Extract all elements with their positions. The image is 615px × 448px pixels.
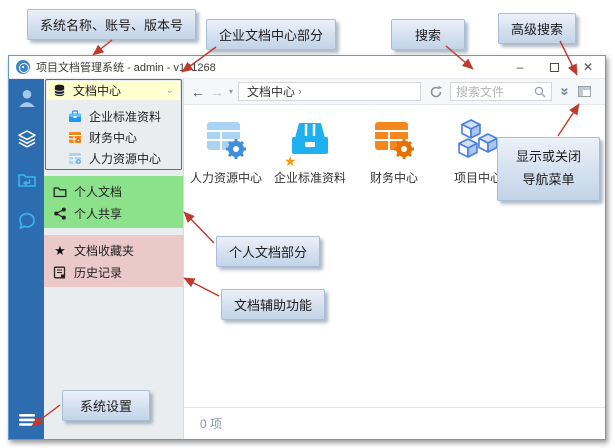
archive-star-icon: ★ <box>286 115 334 163</box>
callout-search: 搜索 <box>391 19 465 50</box>
close-button[interactable]: ✕ <box>571 56 605 78</box>
tree-root-doc-center[interactable]: 文档中心 ⌄ <box>47 81 180 100</box>
app-logo-icon <box>16 60 30 74</box>
tile-hr-center[interactable]: 人力资源中心 <box>186 115 266 186</box>
database-icon <box>53 84 66 97</box>
enterprise-group: 企业标准资料 财务中心 人力资源中心 <box>44 106 183 169</box>
nav-tree-panel: 文档中心 ⌄ 企业标准资料 财务中心 人力资源中心 <box>44 79 184 439</box>
callout-system-settings: 系统设置 <box>62 390 150 421</box>
shared-folder-icon[interactable] <box>16 169 38 191</box>
tree-item-history[interactable]: 历史记录 <box>44 261 183 283</box>
titlebar: 项目文档管理系统 - admin - v101268 – ✕ <box>9 56 605 79</box>
callout-personal-section: 个人文档部分 <box>216 236 320 267</box>
sidebar <box>9 79 44 439</box>
tile-label: 人力资源中心 <box>190 169 262 186</box>
minimize-button[interactable]: – <box>503 56 537 78</box>
tile-label: 项目中心 <box>454 169 502 186</box>
hr-table-icon <box>68 152 82 165</box>
tree-item-label: 企业标准资料 <box>89 108 161 125</box>
toolbar: ← → ▾ 文档中心 › » <box>184 79 605 105</box>
callout-nav-toggle: 显示或关闭 导航菜单 <box>497 137 600 201</box>
callout-nav-toggle-line1: 显示或关闭 <box>512 146 585 169</box>
search-input[interactable] <box>456 85 534 99</box>
back-icon[interactable]: ← <box>191 84 205 100</box>
search-icon[interactable] <box>534 86 546 98</box>
tree-root-label: 文档中心 <box>73 82 121 99</box>
statusbar: 0 项 <box>184 407 605 439</box>
window-controls: – ✕ <box>503 56 605 78</box>
tree-item-personal-docs[interactable]: 个人文档 <box>44 180 183 202</box>
advanced-search-icon[interactable]: » <box>558 87 573 95</box>
share-icon <box>53 207 67 220</box>
arrow-system-name <box>93 40 112 55</box>
tree-item-finance-center[interactable]: 财务中心 <box>44 127 183 148</box>
tree-item-hr-center[interactable]: 人力资源中心 <box>44 148 183 169</box>
layers-icon[interactable] <box>16 128 38 150</box>
tile-enterprise-docs[interactable]: ★ 企业标准资料 <box>270 115 350 186</box>
refresh-icon[interactable] <box>429 85 443 99</box>
forward-icon[interactable]: → <box>210 84 224 100</box>
callout-enterprise-section: 企业文档中心部分 <box>206 19 336 50</box>
tree-item-personal-share[interactable]: 个人共享 <box>44 202 183 224</box>
folder-icon <box>53 185 67 198</box>
maximize-button[interactable] <box>537 56 571 78</box>
finance-center-icon <box>370 115 418 163</box>
finance-table-icon <box>68 131 82 144</box>
chat-icon[interactable] <box>16 210 38 232</box>
hr-center-icon <box>202 115 250 163</box>
maximize-icon <box>550 63 559 72</box>
nav-toggle-icon[interactable] <box>578 86 591 97</box>
breadcrumb-separator: › <box>298 86 302 98</box>
tile-finance-center[interactable]: 财务中心 <box>354 115 434 186</box>
tree-item-label: 历史记录 <box>74 264 122 281</box>
star-icon: ★ <box>53 244 67 257</box>
personal-group: 个人文档 个人共享 <box>44 176 183 228</box>
breadcrumb[interactable]: 文档中心 › <box>238 82 421 101</box>
favorite-star-icon: ★ <box>284 154 297 168</box>
settings-menu-icon[interactable] <box>16 409 38 431</box>
tree-item-label: 人力资源中心 <box>89 150 161 167</box>
tile-label: 财务中心 <box>370 169 418 186</box>
tree-item-enterprise-docs[interactable]: 企业标准资料 <box>44 106 183 127</box>
tile-label: 企业标准资料 <box>274 169 346 186</box>
callout-system-name: 系统名称、账号、版本号 <box>27 9 196 40</box>
window-title: 项目文档管理系统 - admin - v101268 <box>36 59 216 75</box>
callout-doc-aux: 文档辅助功能 <box>221 289 325 320</box>
project-cubes-icon <box>454 115 502 163</box>
breadcrumb-text: 文档中心 <box>247 83 295 100</box>
briefcase-icon <box>68 110 82 123</box>
item-count: 0 项 <box>200 415 222 432</box>
tree-item-label: 财务中心 <box>89 129 137 146</box>
tree-item-favorites[interactable]: ★ 文档收藏夹 <box>44 239 183 261</box>
callout-advanced-search: 高级搜索 <box>498 13 576 44</box>
chevron-down-icon[interactable]: ⌄ <box>166 85 174 96</box>
user-icon[interactable] <box>16 87 38 109</box>
aux-group: ★ 文档收藏夹 历史记录 <box>44 235 183 287</box>
tree-item-label: 文档收藏夹 <box>74 242 134 259</box>
callout-nav-toggle-line2: 导航菜单 <box>512 169 585 192</box>
tree-item-label: 个人共享 <box>74 205 122 222</box>
history-icon <box>53 266 67 279</box>
tree-item-label: 个人文档 <box>74 183 122 200</box>
history-caret-icon[interactable]: ▾ <box>229 87 233 96</box>
search-box <box>450 82 552 101</box>
